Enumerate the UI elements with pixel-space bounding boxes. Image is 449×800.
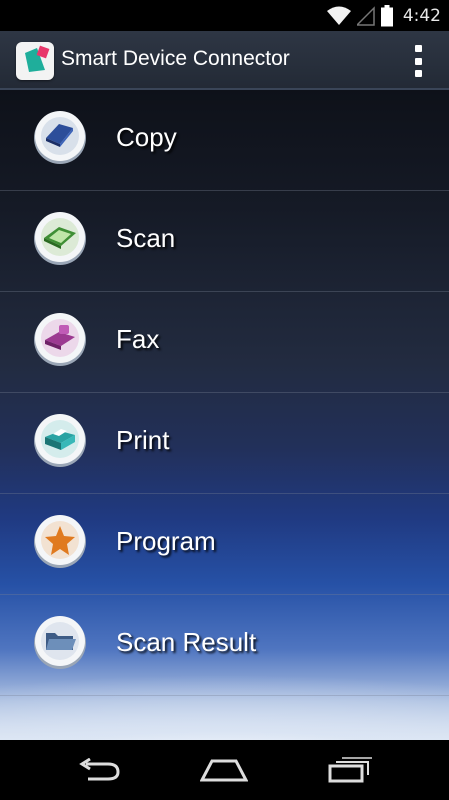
home-icon[interactable]	[194, 752, 254, 788]
status-time: 4:42	[402, 5, 441, 26]
menu-item-scan[interactable]: Scan	[0, 191, 449, 292]
app-title: Smart Device Connector	[61, 47, 290, 70]
battery-icon	[380, 4, 393, 26]
menu-item-program[interactable]: Program	[0, 494, 449, 595]
menu-item-fax[interactable]: Fax	[0, 292, 449, 393]
menu-item-print[interactable]: Print	[0, 393, 449, 494]
status-bar: 4:42	[0, 0, 449, 31]
wifi-icon	[326, 6, 351, 25]
menu-item-scan-result[interactable]: Scan Result	[0, 595, 449, 696]
menu-item-copy[interactable]: Copy	[0, 90, 449, 191]
menu-item-label: Scan	[116, 223, 176, 253]
menu-item-label: Fax	[116, 324, 160, 354]
print-icon	[34, 414, 86, 467]
menu-item-label: Scan Result	[116, 627, 257, 657]
menu-item-label: Copy	[116, 122, 177, 152]
copy-icon	[34, 111, 86, 164]
navigation-bar	[0, 740, 449, 800]
scan-icon	[34, 212, 86, 265]
menu-item-label: Print	[116, 425, 170, 455]
overflow-menu-icon[interactable]	[413, 45, 423, 77]
app-logo-icon[interactable]	[16, 42, 54, 80]
back-icon[interactable]	[70, 752, 130, 788]
star-icon	[34, 515, 86, 568]
folder-icon	[34, 616, 86, 669]
status-icons: 4:42	[326, 0, 441, 31]
main-menu: Copy Scan Fax Print Program Scan Result	[0, 90, 449, 740]
recent-apps-icon[interactable]	[320, 752, 380, 788]
action-bar: Smart Device Connector	[0, 31, 449, 90]
menu-item-label: Program	[116, 526, 216, 556]
signal-icon	[356, 5, 375, 26]
fax-icon	[34, 313, 86, 366]
